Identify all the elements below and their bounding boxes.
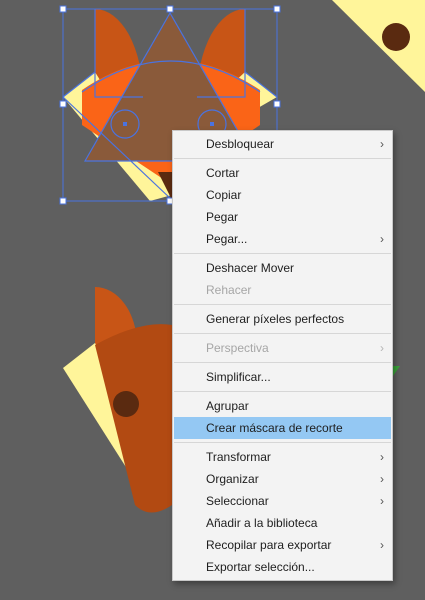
cream-shape-top-right bbox=[332, 0, 425, 92]
menu-item-label: Agrupar bbox=[206, 399, 249, 413]
chevron-right-icon: › bbox=[380, 137, 384, 151]
menu-item-recopilar-para-exportar[interactable]: Recopilar para exportar › bbox=[173, 534, 392, 556]
menu-item-generar-pixeles-perfectos[interactable]: Generar píxeles perfectos bbox=[173, 308, 392, 330]
menu-separator bbox=[174, 304, 391, 305]
menu-item-simplificar[interactable]: Simplificar... bbox=[173, 366, 392, 388]
menu-item-agrupar[interactable]: Agrupar bbox=[173, 395, 392, 417]
menu-item-organizar[interactable]: Organizar › bbox=[173, 468, 392, 490]
menu-item-label: Exportar selección... bbox=[206, 560, 315, 574]
menu-separator bbox=[174, 442, 391, 443]
menu-item-label: Recopilar para exportar bbox=[206, 538, 332, 552]
menu-item-pegar[interactable]: Pegar... › bbox=[173, 228, 392, 250]
menu-item-label: Generar píxeles perfectos bbox=[206, 312, 345, 326]
menu-item-copiar[interactable]: Copiar bbox=[173, 184, 392, 206]
menu-item-anadir-a-la-biblioteca[interactable]: Añadir a la biblioteca bbox=[173, 512, 392, 534]
menu-item-label: Cortar bbox=[206, 166, 240, 180]
chevron-right-icon: › bbox=[380, 450, 384, 464]
menu-item-pegar[interactable]: Pegar bbox=[173, 206, 392, 228]
chevron-right-icon: › bbox=[380, 538, 384, 552]
menu-item-label: Pegar bbox=[206, 210, 239, 224]
menu-item-seleccionar[interactable]: Seleccionar › bbox=[173, 490, 392, 512]
menu-separator bbox=[174, 391, 391, 392]
green-fragment bbox=[393, 366, 400, 376]
menu-item-cortar[interactable]: Cortar bbox=[173, 162, 392, 184]
menu-item-label: Organizar bbox=[206, 472, 259, 486]
menu-item-label: Añadir a la biblioteca bbox=[206, 516, 318, 530]
menu-separator bbox=[174, 362, 391, 363]
menu-item-deshacer-mover[interactable]: Deshacer Mover bbox=[173, 257, 392, 279]
menu-item-label: Perspectiva bbox=[206, 341, 269, 355]
menu-item-label: Rehacer bbox=[206, 283, 252, 297]
menu-item-label: Crear máscara de recorte bbox=[206, 421, 343, 435]
menu-item-label: Seleccionar bbox=[206, 494, 269, 508]
chevron-right-icon: › bbox=[380, 341, 384, 355]
menu-item-desbloquear[interactable]: Desbloquear › bbox=[173, 133, 392, 155]
menu-item-label: Pegar... bbox=[206, 232, 248, 246]
menu-item-exportar-seleccion[interactable]: Exportar selección... bbox=[173, 556, 392, 578]
chevron-right-icon: › bbox=[380, 472, 384, 486]
menu-separator bbox=[174, 333, 391, 334]
menu-item-label: Desbloquear bbox=[206, 137, 275, 151]
menu-separator bbox=[174, 158, 391, 159]
menu-separator bbox=[174, 253, 391, 254]
menu-item-label: Deshacer Mover bbox=[206, 261, 295, 275]
chevron-right-icon: › bbox=[380, 232, 384, 246]
chevron-right-icon: › bbox=[380, 494, 384, 508]
menu-item-rehacer: Rehacer bbox=[173, 279, 392, 301]
menu-item-crear-mascara-de-recorte[interactable]: Crear máscara de recorte bbox=[174, 417, 391, 439]
menu-item-label: Copiar bbox=[206, 188, 242, 202]
context-menu: Desbloquear › Cortar Copiar Pegar Pegar... › De… bbox=[172, 130, 393, 581]
eye-lower bbox=[113, 391, 139, 417]
eye-top-right bbox=[382, 23, 410, 51]
menu-item-label: Transformar bbox=[206, 450, 271, 464]
menu-item-perspectiva: Perspectiva › bbox=[173, 337, 392, 359]
menu-item-label: Simplificar... bbox=[206, 370, 271, 384]
menu-item-transformar[interactable]: Transformar › bbox=[173, 446, 392, 468]
